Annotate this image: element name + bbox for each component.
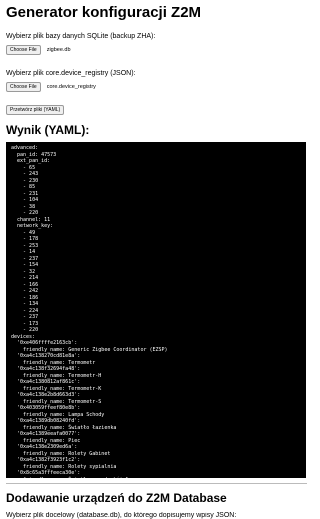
sqlite-label: Wybierz plik bazy danych SQLite (backup … bbox=[6, 33, 156, 40]
page-title: Generator konfiguracji Z2M bbox=[6, 4, 202, 21]
target-file-label: Wybierz plik docelowy (database.db), do … bbox=[6, 512, 237, 519]
json-label: Wybierz plik core.device_registry (JSON)… bbox=[6, 70, 136, 77]
divider bbox=[6, 483, 307, 484]
json-file-name: core.device_registry bbox=[46, 84, 96, 90]
yaml-line: friendly_name: Światło przedpokój 1 bbox=[11, 477, 301, 479]
page: Generator konfiguracji Z2M Wybierz plik … bbox=[0, 0, 313, 519]
json-file-input[interactable]: Choose File core.device_registry bbox=[6, 82, 307, 92]
sqlite-file-name: zigbee.db bbox=[46, 47, 71, 53]
process-yaml-button[interactable]: Przetwórz pliki (YAML) bbox=[6, 105, 65, 115]
yaml-output[interactable]: advanced: pan_id: 47573 ext_pan_id: - 65… bbox=[6, 142, 306, 478]
json-choose-file-button[interactable]: Choose File bbox=[6, 82, 41, 92]
sqlite-file-input[interactable]: Choose File zigbee.db bbox=[6, 45, 307, 55]
result-heading: Wynik (YAML): bbox=[6, 123, 90, 137]
sqlite-choose-file-button[interactable]: Choose File bbox=[6, 45, 41, 55]
section-heading-z2m-database: Dodawanie urządzeń do Z2M Database bbox=[6, 491, 227, 505]
